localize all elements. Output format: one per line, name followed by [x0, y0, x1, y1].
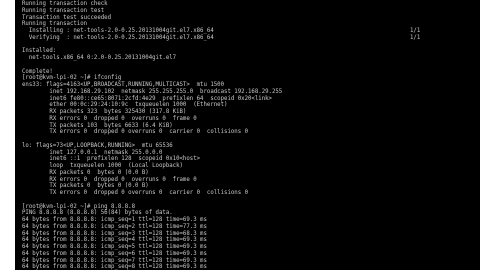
- terminal-line: 64 bytes from 8.8.8.8: icmp_seq=7 ttl=12…: [15, 258, 480, 265]
- terminal-line: PING 8.8.8.8 (8.8.8.8) 56(84) bytes of d…: [15, 210, 480, 217]
- terminal-line: Running transaction test: [15, 8, 480, 15]
- terminal-line-text: PING 8.8.8.8 (8.8.8.8) 56(84) bytes of d…: [22, 210, 173, 217]
- terminal-line-text: Running transaction: [22, 21, 88, 28]
- terminal-line: TX packets 0 bytes 0 (0.0 B): [15, 183, 480, 190]
- terminal-line: ether 00:0c:29:24:10:9c txqueuelen 1000 …: [15, 102, 480, 109]
- terminal-line: RX packets 323 bytes 325430 (317.8 KiB): [15, 109, 480, 116]
- terminal-line-text: inet 127.0.0.1 netmask 255.0.0.0: [22, 149, 163, 156]
- terminal-line-text: RX packets 0 bytes 0 (0.0 B): [22, 169, 149, 176]
- terminal-line: inet6 fe80::ce65:8071:2cfd:4e29 prefixle…: [15, 96, 480, 103]
- terminal-line: net-tools.x86_64 0:2.0-0.25.20131004git.…: [15, 55, 480, 62]
- terminal-line-text: inet 192.168.29.102 netmask 255.255.255.…: [22, 88, 283, 95]
- terminal-line-text: 64 bytes from 8.8.8.8: icmp_seq=7 ttl=12…: [22, 257, 207, 264]
- terminal-line-text: [root@kvm-lpi-02 ~]# ifconfig: [22, 75, 122, 82]
- terminal-window[interactable]: Running transaction check Running transac…: [15, 0, 480, 270]
- terminal-line: 64 bytes from 8.8.8.8: icmp_seq=3 ttl=12…: [15, 231, 480, 238]
- terminal-line: inet 192.168.29.102 netmask 255.255.255.…: [15, 89, 480, 96]
- terminal-line-text: RX packets 323 bytes 325430 (317.8 KiB): [22, 109, 187, 115]
- terminal-line-text: 64 bytes from 8.8.8.8: icmp_seq=5 ttl=12…: [22, 244, 207, 250]
- terminal-line: lo: flags=73<UP,LOOPBACK,RUNNING> mtu 65…: [15, 143, 480, 150]
- terminal-line: [root@kvm-lpi-02 ~]# ping 8.8.8.8: [15, 204, 480, 211]
- terminal-line: [root@kvm-lpi-02 ~]# ifconfig: [15, 75, 480, 82]
- terminal-line-text: RX errors 0 dropped 0 overruns 0 frame 0: [22, 176, 197, 183]
- terminal-line: Running transaction check: [15, 1, 480, 8]
- terminal-line-text: ether 00:0c:29:24:10:9c txqueuelen 1000 …: [22, 102, 228, 109]
- terminal-line: RX errors 0 dropped 0 overruns 0 frame 0: [15, 177, 480, 184]
- terminal-line: inet6 ::1 prefixlen 128 scopeid 0x10<hos…: [15, 156, 480, 163]
- terminal-line: loop txqueuelen 1000 (Local Loopback): [15, 163, 480, 170]
- terminal-line-text: TX errors 0 dropped 0 overruns 0 carrier…: [22, 190, 248, 196]
- terminal-line-text: 64 bytes from 8.8.8.8: icmp_seq=8 ttl=12…: [22, 264, 207, 270]
- terminal-line-text: Verifying : net-tools-2.0-0.25.20131004g…: [22, 34, 214, 41]
- terminal-line-text: inet6 fe80::ce65:8071:2cfd:4e29 prefixle…: [22, 95, 272, 102]
- terminal-line-text: Transaction test succeeded: [22, 14, 112, 21]
- terminal-line: Installing : net-tools-2.0-0.25.20131004…: [15, 28, 480, 35]
- terminal-line: Transaction test succeeded: [15, 15, 480, 22]
- terminal-line: TX packets 103 bytes 6633 (6.4 KiB): [15, 123, 480, 130]
- terminal-line-text: 64 bytes from 8.8.8.8: icmp_seq=6 ttl=12…: [22, 250, 207, 257]
- terminal-line-text: Running transaction test: [22, 7, 105, 14]
- terminal-line: TX errors 0 dropped 0 overruns 0 carrier…: [15, 190, 480, 197]
- terminal-line-text: net-tools.x86_64 0:2.0-0.25.20131004git.…: [22, 55, 177, 61]
- terminal-line: 64 bytes from 8.8.8.8: icmp_seq=8 ttl=12…: [15, 264, 480, 270]
- terminal-line-text: 64 bytes from 8.8.8.8: icmp_seq=1 ttl=12…: [22, 217, 207, 223]
- terminal-line: inet 127.0.0.1 netmask 255.0.0.0: [15, 150, 480, 157]
- progress-count: 1/1: [410, 34, 421, 41]
- screen: Running transaction check Running transac…: [0, 0, 480, 270]
- terminal-line: 64 bytes from 8.8.8.8: icmp_seq=2 ttl=12…: [15, 224, 480, 231]
- terminal-line-text: lo: flags=73<UP,LOOPBACK,RUNNING> mtu 65…: [22, 142, 173, 149]
- terminal-line-text: ens33: flags=4163<UP,BROADCAST,RUNNING,M…: [22, 82, 225, 88]
- terminal-line: Installed:: [15, 48, 480, 55]
- terminal-line-text: Running transaction check: [22, 1, 108, 7]
- terminal-line-text: Complete!: [22, 68, 53, 75]
- terminal-line: RX errors 0 dropped 0 overruns 0 frame 0: [15, 116, 480, 123]
- terminal-line: RX packets 0 bytes 0 (0.0 B): [15, 170, 480, 177]
- terminal-line: TX errors 0 dropped 0 overruns 0 carrier…: [15, 129, 480, 136]
- terminal-line-text: 64 bytes from 8.8.8.8: icmp_seq=3 ttl=12…: [22, 230, 207, 237]
- terminal-line-text: TX errors 0 dropped 0 overruns 0 carrier…: [22, 129, 248, 136]
- progress-count: 1/1: [410, 28, 421, 34]
- terminal-line: ens33: flags=4163<UP,BROADCAST,RUNNING,M…: [15, 82, 480, 89]
- terminal-line: Complete!: [15, 69, 480, 76]
- terminal-line-text: 64 bytes from 8.8.8.8: icmp_seq=2 ttl=12…: [22, 223, 207, 230]
- terminal-line: 64 bytes from 8.8.8.8: icmp_seq=6 ttl=12…: [15, 251, 480, 258]
- terminal-line-text: TX packets 0 bytes 0 (0.0 B): [22, 183, 149, 190]
- terminal-line: 64 bytes from 8.8.8.8: icmp_seq=4 ttl=12…: [15, 237, 480, 244]
- terminal-line: Running transaction: [15, 21, 480, 28]
- terminal-line: Verifying : net-tools-2.0-0.25.20131004g…: [15, 35, 480, 42]
- terminal-line-text: Installing : net-tools-2.0-0.25.20131004…: [22, 28, 214, 34]
- terminal-line-text: loop txqueuelen 1000 (Local Loopback): [22, 163, 183, 169]
- terminal-line-text: inet6 ::1 prefixlen 128 scopeid 0x10<hos…: [22, 156, 201, 163]
- terminal-line: 64 bytes from 8.8.8.8: icmp_seq=5 ttl=12…: [15, 244, 480, 251]
- terminal-line-text: 64 bytes from 8.8.8.8: icmp_seq=4 ttl=12…: [22, 237, 207, 244]
- terminal-line: 64 bytes from 8.8.8.8: icmp_seq=1 ttl=12…: [15, 217, 480, 224]
- terminal-line-text: TX packets 103 bytes 6633 (6.4 KiB): [22, 122, 173, 129]
- terminal-line-text: [root@kvm-lpi-02 ~]# ping 8.8.8.8: [22, 203, 135, 210]
- terminal-line-text: RX errors 0 dropped 0 overruns 0 frame 0: [22, 115, 197, 122]
- terminal-line-text: Installed:: [22, 48, 57, 55]
